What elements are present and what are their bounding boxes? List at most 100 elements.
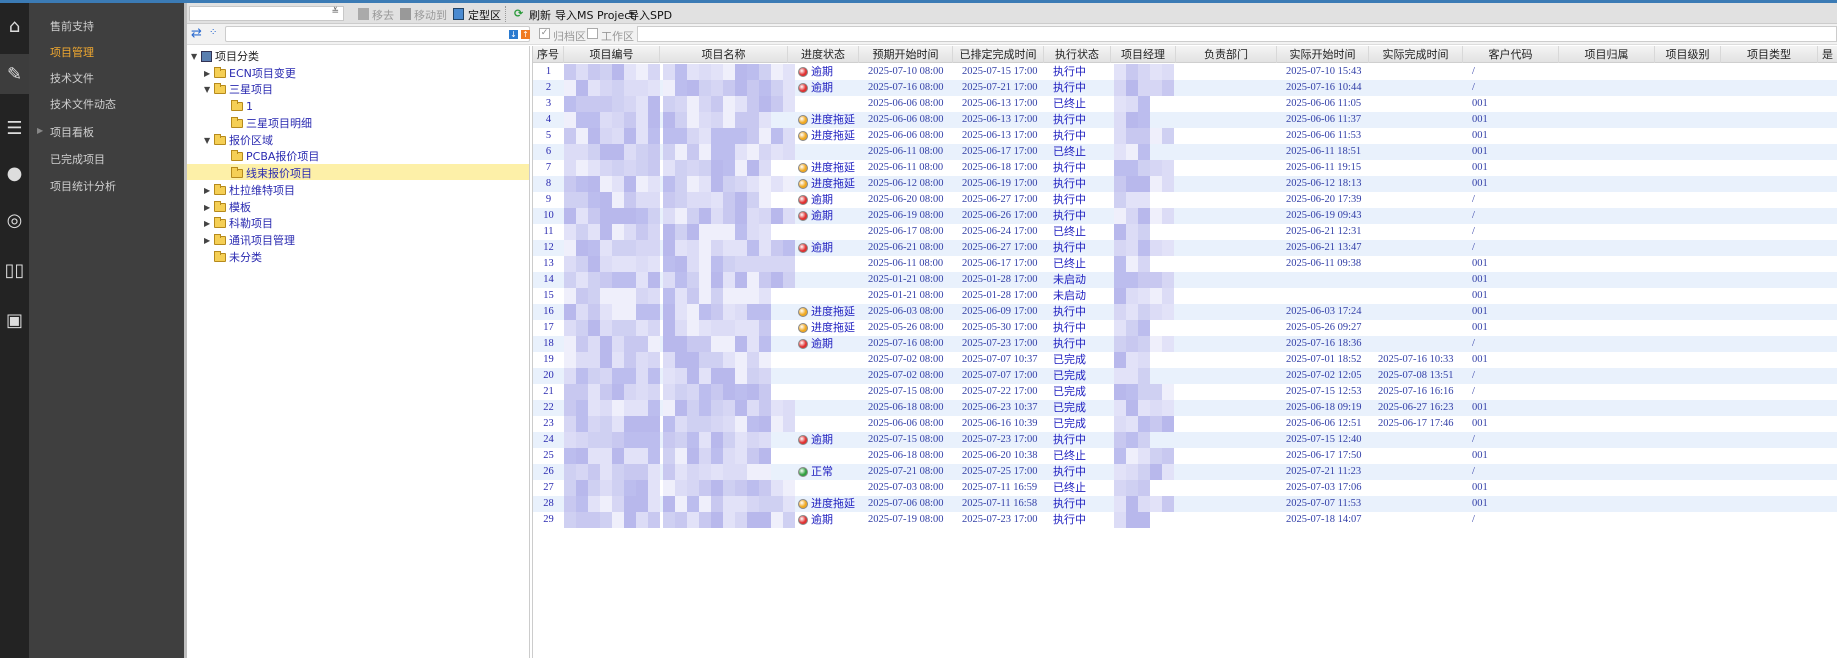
table-row[interactable]: 29 逾期 2025-07-19 08:00 2025-07-23 17:00 执行中 2… (533, 512, 1837, 528)
table-row[interactable]: 9 逾期 2025-06-20 08:00 2025-06-27 17:00 执行中 20… (533, 192, 1837, 208)
collapsed-arrow-icon[interactable]: ▶ (204, 219, 214, 228)
table-row[interactable]: 5 进度拖延 2025-06-06 08:00 2025-06-13 17:00 执行中… (533, 128, 1837, 144)
tree-search-input[interactable]: ↓ ↑ (225, 26, 530, 42)
column-header[interactable]: 执行状态 (1044, 46, 1111, 63)
menu-item[interactable]: 项目统计分析 (50, 178, 116, 194)
tree-node[interactable]: 1 (217, 98, 253, 114)
table-row[interactable]: 4 进度拖延 2025-06-06 08:00 2025-06-13 17:00 执行中… (533, 112, 1837, 128)
menu-item[interactable]: 已完成项目 (50, 151, 105, 167)
menu-item[interactable]: 技术文件动态 (50, 96, 116, 112)
table-row[interactable]: 13 2025-06-11 08:00 2025-06-17 17:00 已终止 202… (533, 256, 1837, 272)
database-icon[interactable]: ☰ (0, 108, 29, 148)
collapsed-arrow-icon[interactable]: ▶ (204, 69, 214, 78)
column-header[interactable]: 实际完成时间 (1369, 46, 1463, 63)
column-header[interactable]: 客户代码 (1463, 46, 1559, 63)
column-header[interactable]: 项目归属 (1559, 46, 1655, 63)
table-row[interactable]: 16 进度拖延 2025-06-03 08:00 2025-06-09 17:00 执行… (533, 304, 1837, 320)
tree-node[interactable]: ▶ 科勒项目 (204, 215, 273, 231)
collapsed-arrow-icon[interactable]: ▶ (204, 203, 214, 212)
table-row[interactable]: 20 2025-07-02 08:00 2025-07-07 17:00 已完成 202… (533, 368, 1837, 384)
column-header[interactable]: 是 (1818, 46, 1837, 63)
table-row[interactable]: 8 进度拖延 2025-06-12 08:00 2025-06-19 17:00 执行中… (533, 176, 1837, 192)
table-row[interactable]: 10 逾期 2025-06-19 08:00 2025-06-26 17:00 执行中 2… (533, 208, 1837, 224)
table-row[interactable]: 6 2025-06-11 08:00 2025-06-17 17:00 已终止 2025… (533, 144, 1837, 160)
tree-node[interactable]: ▼ 项目分类 (191, 48, 259, 64)
column-header[interactable]: 项目级别 (1655, 46, 1721, 63)
table-row[interactable]: 22 2025-06-18 08:00 2025-06-23 10:37 已完成 202… (533, 400, 1837, 416)
table-row[interactable]: 19 2025-07-02 08:00 2025-07-07 10:37 已完成 202… (533, 352, 1837, 368)
table-row[interactable]: 25 2025-06-18 08:00 2025-06-20 10:38 已终止 202… (533, 448, 1837, 464)
redacted-cell (675, 80, 687, 96)
tree-node[interactable]: 未分类 (204, 249, 262, 265)
table-row[interactable]: 2 逾期 2025-07-16 08:00 2025-07-21 17:00 执行中 20… (533, 80, 1837, 96)
table-row[interactable]: 24 逾期 2025-07-15 08:00 2025-07-23 17:00 执行中 2… (533, 432, 1837, 448)
arrow-down-icon[interactable]: ↓ (509, 30, 518, 39)
tree-node[interactable]: PCBA报价项目 (217, 148, 319, 164)
menu-item[interactable]: 售前支持 (50, 18, 94, 34)
broadcast-icon[interactable]: ◎ (0, 200, 29, 240)
column-header[interactable]: 项目编号 (564, 46, 660, 63)
archive-checkbox[interactable]: ✓ (539, 28, 550, 39)
id-card-icon[interactable]: ▣ (0, 300, 29, 340)
expanded-arrow-icon[interactable]: ▼ (204, 136, 214, 145)
category-select[interactable]: ≚ (189, 6, 344, 21)
chat-icon[interactable]: ● (0, 153, 29, 193)
table-row[interactable]: 7 进度拖延 2025-06-11 08:00 2025-06-18 17:00 执行中… (533, 160, 1837, 176)
tree-node[interactable]: ▶ 模板 (204, 199, 251, 215)
column-header[interactable]: 序号 (533, 46, 564, 63)
column-header[interactable]: 预期开始时间 (859, 46, 953, 63)
column-header[interactable]: 负责部门 (1176, 46, 1277, 63)
table-row[interactable]: 28 进度拖延 2025-07-06 08:00 2025-07-11 16:58 执行… (533, 496, 1837, 512)
row-number: 23 (543, 418, 554, 429)
menu-item[interactable]: 项目看板 (50, 124, 94, 140)
refresh-button[interactable]: 刷新 (529, 7, 551, 23)
tree-node[interactable]: 线束报价项目 (217, 165, 312, 181)
home-icon[interactable]: ⌂ (0, 6, 29, 46)
table-row[interactable]: 11 2025-06-17 08:00 2025-06-24 17:00 已终止 202… (533, 224, 1837, 240)
table-row[interactable]: 26 正常 2025-07-21 08:00 2025-07-25 17:00 执行中 2… (533, 464, 1837, 480)
tree-structure-icon[interactable]: ⁘ (209, 27, 217, 38)
arrow-up-icon[interactable]: ↑ (521, 30, 530, 39)
expanded-arrow-icon[interactable]: ▼ (204, 85, 214, 94)
collapsed-arrow-icon[interactable]: ▶ (204, 186, 214, 195)
edit-icon[interactable]: ✎ (0, 54, 29, 94)
collapsed-arrow-icon[interactable]: ▶ (204, 236, 214, 245)
tree-node[interactable]: ▼ 三星项目 (204, 81, 273, 97)
column-header[interactable]: 已排定完成时间 (953, 46, 1044, 63)
tree-node[interactable]: ▶ ECN项目变更 (204, 65, 296, 81)
table-row[interactable]: 14 2025-01-21 08:00 2025-01-28 17:00 未启动 001 (533, 272, 1837, 288)
work-area-checkbox[interactable] (587, 28, 598, 39)
tree-node[interactable]: ▶ 杜拉维特项目 (204, 182, 295, 198)
menu-item[interactable]: 项目管理 (50, 44, 94, 60)
redacted-cell (648, 208, 660, 224)
status-dot-icon (798, 499, 808, 509)
table-row[interactable]: 21 2025-07-15 08:00 2025-07-22 17:00 已完成 202… (533, 384, 1837, 400)
book-icon[interactable]: ▯▯ (0, 250, 29, 290)
table-row[interactable]: 23 2025-06-06 08:00 2025-06-16 10:39 已完成 202… (533, 416, 1837, 432)
import-ms-project-button[interactable]: 导入MS Project (555, 7, 635, 23)
redacted-cell (759, 352, 771, 368)
remove-button[interactable]: 移去 (372, 7, 394, 23)
move-to-button[interactable]: 移动到 (414, 7, 447, 23)
menu-item[interactable]: 技术文件 (50, 70, 94, 86)
table-row[interactable]: 3 2025-06-06 08:00 2025-06-13 17:00 已终止 2025… (533, 96, 1837, 112)
column-header[interactable]: 项目类型 (1721, 46, 1818, 63)
table-row[interactable]: 12 逾期 2025-06-21 08:00 2025-06-27 17:00 执行中 2… (533, 240, 1837, 256)
sync-icon[interactable]: ⇄ (191, 26, 202, 41)
expanded-arrow-icon[interactable]: ▼ (191, 52, 201, 61)
table-row[interactable]: 15 2025-01-21 08:00 2025-01-28 17:00 未启动 001 (533, 288, 1837, 304)
finalize-button[interactable]: 定型区 (468, 7, 501, 23)
column-header[interactable]: 项目名称 (660, 46, 788, 63)
column-header[interactable]: 实际开始时间 (1277, 46, 1369, 63)
column-header[interactable]: 进度状态 (788, 46, 859, 63)
table-row[interactable]: 1 逾期 2025-07-10 08:00 2025-07-15 17:00 执行中 20… (533, 64, 1837, 80)
column-header[interactable]: 项目经理 (1111, 46, 1176, 63)
table-row[interactable]: 27 2025-07-03 08:00 2025-07-11 16:59 已终止 202… (533, 480, 1837, 496)
tree-node[interactable]: 三星项目明细 (217, 115, 312, 131)
import-spd-button[interactable]: 导入SPD (628, 7, 672, 23)
table-row[interactable]: 17 进度拖延 2025-05-26 08:00 2025-05-30 17:00 执行… (533, 320, 1837, 336)
tree-node[interactable]: ▶ 通讯项目管理 (204, 232, 295, 248)
grid-filter-input[interactable] (637, 26, 1837, 42)
tree-node[interactable]: ▼ 报价区域 (204, 132, 273, 148)
table-row[interactable]: 18 逾期 2025-07-16 08:00 2025-07-23 17:00 执行中 2… (533, 336, 1837, 352)
